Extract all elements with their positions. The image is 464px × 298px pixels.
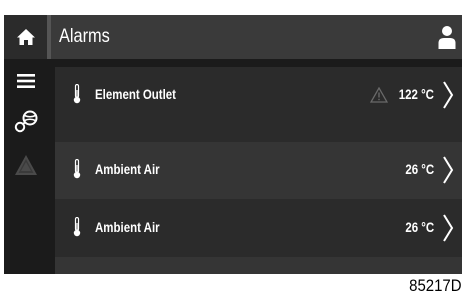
alarm-row-ambient-air[interactable]: Ambient Air 26 °C: [55, 142, 462, 199]
alarm-row-element-outlet[interactable]: Element Outlet 122 °C: [55, 67, 462, 124]
alarm-list: Element Outlet 122 °C Ambient Air 26 °C: [55, 67, 462, 274]
sidebar-compressor-button[interactable]: [4, 105, 47, 139]
alarm-row-ambient-air[interactable]: Ambient Air 26 °C: [55, 200, 462, 257]
warning-icon: [14, 155, 37, 175]
alarm-value: 122 °C: [398, 86, 434, 102]
alarm-label: Ambient Air: [95, 161, 160, 177]
alarm-label: Ambient Air: [95, 219, 160, 235]
page-title: Alarms: [59, 26, 110, 47]
chevron-right-icon: [443, 81, 454, 109]
sidebar-warning-button[interactable]: [4, 149, 47, 181]
menu-icon: [16, 74, 35, 88]
thermometer-icon: [73, 84, 81, 104]
alarm-value: 26 °C: [405, 219, 434, 235]
user-icon: [438, 26, 456, 49]
warning-icon: [370, 87, 388, 103]
chevron-right-icon: [443, 214, 454, 242]
alarm-label: Element Outlet: [95, 86, 177, 102]
header-accent: [47, 15, 51, 59]
sidebar-home-button[interactable]: [4, 15, 47, 59]
compressor-icon: [14, 110, 37, 133]
user-button[interactable]: [436, 23, 458, 51]
thermometer-icon: [73, 217, 81, 237]
chevron-right-icon: [443, 156, 454, 184]
thermometer-icon: [73, 159, 81, 179]
figure-id-label: 85217D: [409, 276, 462, 295]
header-bar: Alarms: [47, 15, 462, 59]
sidebar-menu-button[interactable]: [4, 67, 47, 95]
sidebar: [4, 15, 47, 274]
controller-screen: Alarms Element Outlet 122 °C Ambient Air…: [4, 15, 462, 274]
home-icon: [16, 29, 35, 45]
alarm-value: 26 °C: [405, 161, 434, 177]
alarm-row-empty: [55, 257, 462, 274]
